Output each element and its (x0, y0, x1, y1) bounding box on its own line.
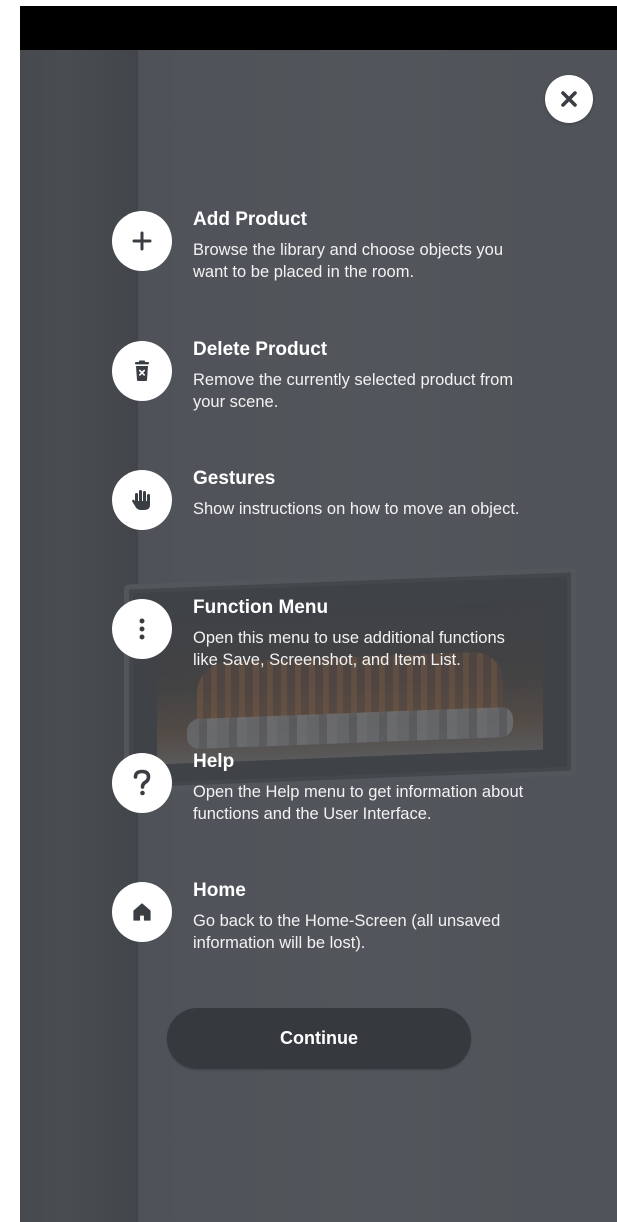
delete-product-description: Remove the currently selected product fr… (193, 371, 514, 411)
add-product-text: Add Product Browse the library and choos… (193, 207, 533, 283)
close-button[interactable] (545, 75, 593, 123)
function-menu-title: Function Menu (193, 597, 329, 618)
delete-product-text: Delete Product Remove the currently sele… (193, 337, 533, 413)
hand-icon (132, 490, 150, 510)
add-product-title: Add Product (193, 209, 307, 230)
add-product-icon-circle (112, 211, 172, 271)
delete-product-icon-circle (112, 341, 172, 401)
trash-icon (135, 360, 149, 381)
plus-icon (132, 231, 152, 251)
home-icon-circle (112, 882, 172, 942)
function-menu-icon-circle (112, 599, 172, 659)
help-icon-circle (112, 753, 172, 813)
phone-screen: Add Product Browse the library and choos… (20, 6, 617, 1222)
home-icon (133, 903, 151, 921)
help-text: Help Open the Help menu to get informati… (193, 749, 533, 825)
gestures-title: Gestures (193, 468, 276, 489)
gestures-description: Show instructions on how to move an obje… (193, 500, 520, 518)
delete-product-title: Delete Product (193, 339, 328, 360)
status-bar (20, 6, 617, 50)
gestures-text: Gestures Show instructions on how to mov… (193, 466, 533, 520)
help-description: Open the Help menu to get information ab… (193, 783, 524, 823)
home-text: Home Go back to the Home-Screen (all uns… (193, 878, 533, 954)
home-title: Home (193, 880, 246, 901)
home-description: Go back to the Home-Screen (all unsaved … (193, 912, 501, 952)
function-menu-description: Open this menu to use additional functio… (193, 629, 505, 669)
function-menu-text: Function Menu Open this menu to use addi… (193, 595, 533, 671)
close-icon (561, 91, 577, 107)
more-vertical-icon (139, 618, 145, 640)
add-product-description: Browse the library and choose objects yo… (193, 241, 504, 281)
continue-button[interactable]: Continue (167, 1008, 471, 1069)
gestures-icon-circle (112, 470, 172, 530)
help-title: Help (193, 751, 235, 772)
question-icon (133, 769, 151, 796)
